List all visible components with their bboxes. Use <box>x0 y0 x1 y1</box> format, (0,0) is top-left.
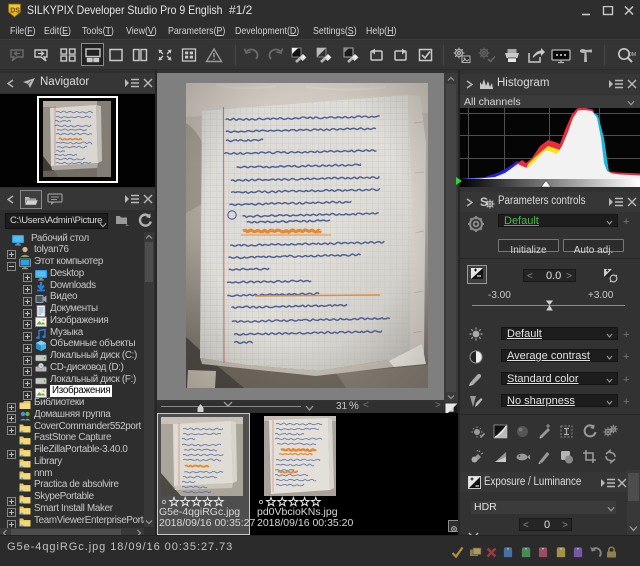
svg-text:OM: OM <box>628 52 636 58</box>
